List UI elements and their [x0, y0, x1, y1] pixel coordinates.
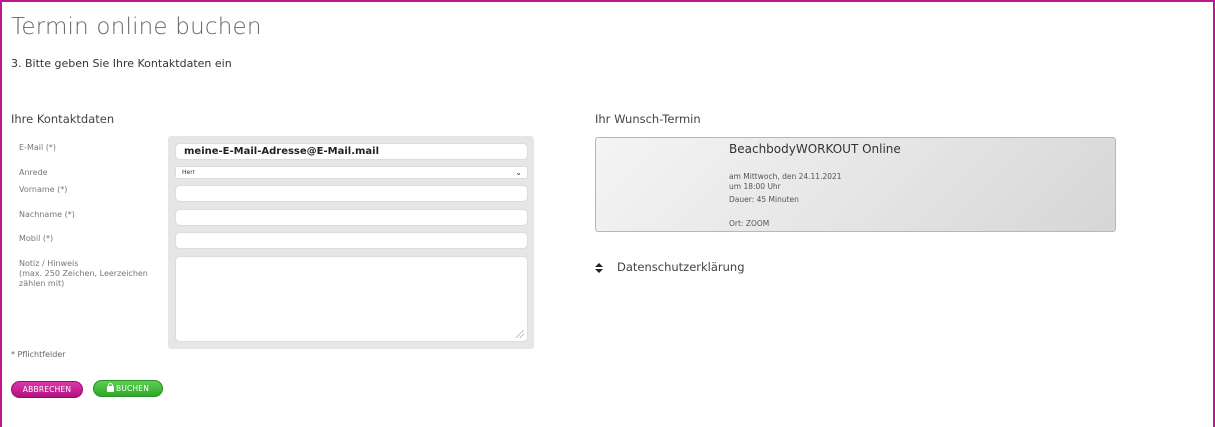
note-textarea[interactable]: [175, 256, 528, 342]
email-field[interactable]: meine-E-Mail-Adresse@E-Mail.mail: [175, 143, 528, 160]
salutation-select[interactable]: Herr ⌄: [175, 166, 528, 179]
sort-icon: [595, 262, 603, 274]
email-label: E-Mail (*): [19, 143, 56, 152]
step-title: 3. Bitte geben Sie Ihre Kontaktdaten ein: [11, 57, 232, 70]
book-button[interactable]: BUCHEN: [93, 380, 163, 397]
salutation-label: Anrede: [19, 168, 48, 177]
appointment-duration: Dauer: 45 Minuten: [729, 195, 799, 204]
note-label: Notiz / Hinweis (max. 250 Zeichen, Leerz…: [19, 259, 148, 289]
appointment-title: BeachbodyWORKOUT Online: [729, 142, 901, 156]
cancel-button[interactable]: ABBRECHEN: [11, 381, 83, 398]
book-button-label: BUCHEN: [115, 384, 150, 393]
note-label-line3: zählen mit): [19, 279, 65, 288]
appointment-location: Ort: ZOOM: [729, 219, 770, 228]
privacy-toggle[interactable]: Datenschutzerklärung: [595, 258, 755, 276]
lock-icon: [106, 383, 114, 392]
mobile-label: Mobil (*): [19, 234, 54, 243]
note-label-line2: (max. 250 Zeichen, Leerzeichen: [19, 269, 148, 278]
privacy-label: Datenschutzerklärung: [617, 260, 745, 274]
contact-section-title: Ihre Kontaktdaten: [11, 112, 115, 126]
lastname-field[interactable]: [175, 209, 528, 226]
lastname-label: Nachname (*): [19, 210, 75, 219]
mobile-field[interactable]: [175, 232, 528, 249]
resize-grip-icon[interactable]: [516, 330, 524, 338]
salutation-selected-value: Herr: [182, 169, 196, 176]
firstname-label: Vorname (*): [19, 185, 68, 194]
firstname-field[interactable]: [175, 185, 528, 202]
appointment-section-title: Ihr Wunsch-Termin: [595, 112, 701, 126]
page-title: Termin online buchen: [11, 14, 262, 40]
required-fields-note: * Pflichtfelder: [11, 350, 66, 359]
page-frame: Termin online buchen 3. Bitte geben Sie …: [0, 0, 1215, 427]
appointment-time: um 18:00 Uhr: [729, 182, 781, 191]
chevron-down-icon: ⌄: [515, 168, 522, 177]
appointment-date: am Mittwoch, den 24.11.2021: [729, 172, 842, 181]
note-label-line1: Notiz / Hinweis: [19, 259, 79, 268]
